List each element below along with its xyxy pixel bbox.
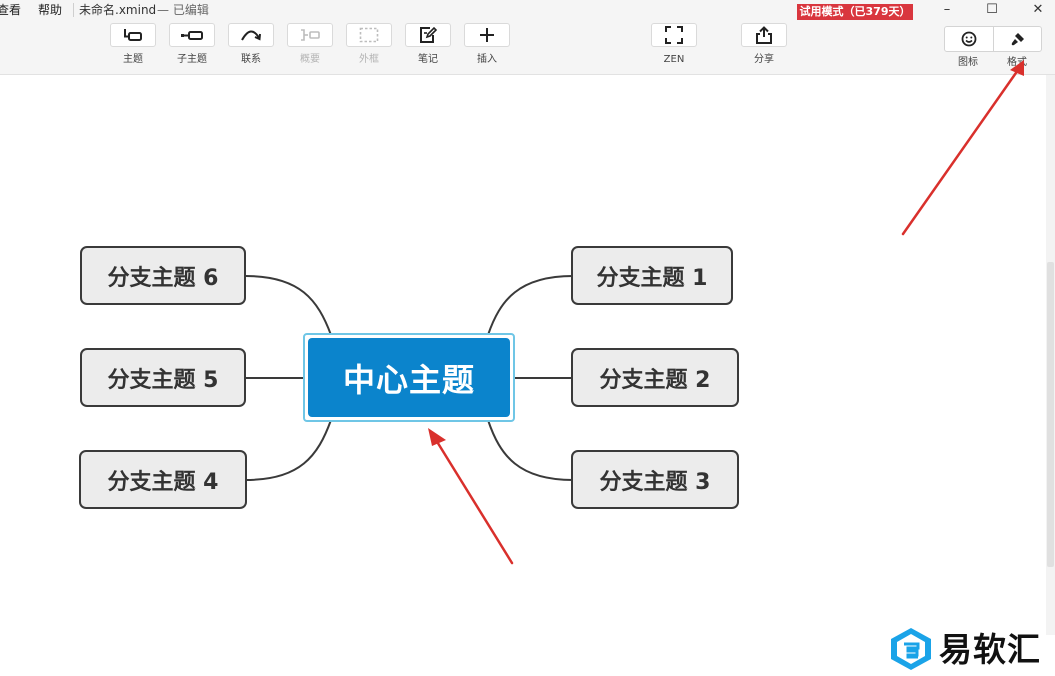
branch-topic-6[interactable]: 分支主题 6 [80,246,246,305]
site-watermark: 易软汇 [887,626,1055,672]
branch-topic-4[interactable]: 分支主题 4 [79,450,247,509]
branch-connectors [245,275,574,481]
branch-topic-1[interactable]: 分支主题 1 [571,246,733,305]
branch-topic-5[interactable]: 分支主题 5 [80,348,246,407]
watermark-text: 易软汇 [939,630,1041,669]
branch-topic-2[interactable]: 分支主题 2 [571,348,739,407]
central-topic-label: 中心主题 [308,338,510,417]
central-topic[interactable]: 中心主题 [303,333,515,422]
branch-topic-3[interactable]: 分支主题 3 [571,450,739,509]
watermark-logo-icon [891,628,931,670]
